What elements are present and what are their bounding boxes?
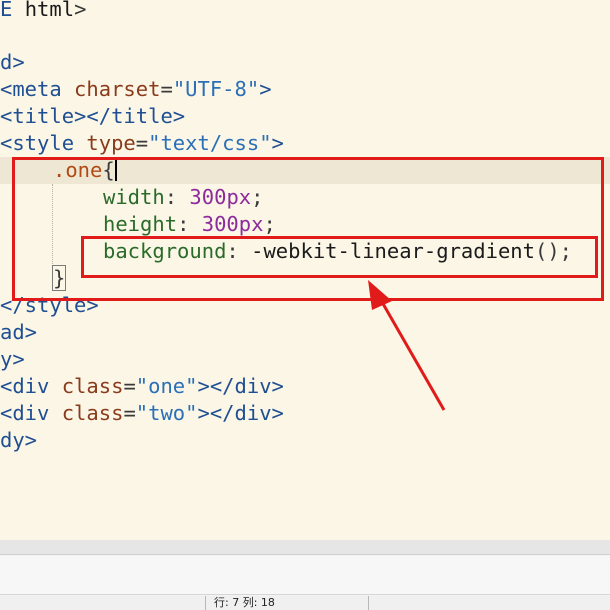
status-separator xyxy=(205,596,206,610)
output-panel xyxy=(0,556,610,595)
cursor-position: 行: 7 列: 18 xyxy=(214,596,275,609)
status-separator xyxy=(368,596,369,610)
horizontal-scrollbar[interactable] xyxy=(0,540,610,555)
annotation-arrow-icon xyxy=(368,280,446,411)
code-editor[interactable]: E html> d> <meta charset="UTF-8"> <title… xyxy=(0,0,610,540)
status-bar: 行: 7 列: 18 xyxy=(0,540,610,610)
status-strip xyxy=(0,596,610,610)
